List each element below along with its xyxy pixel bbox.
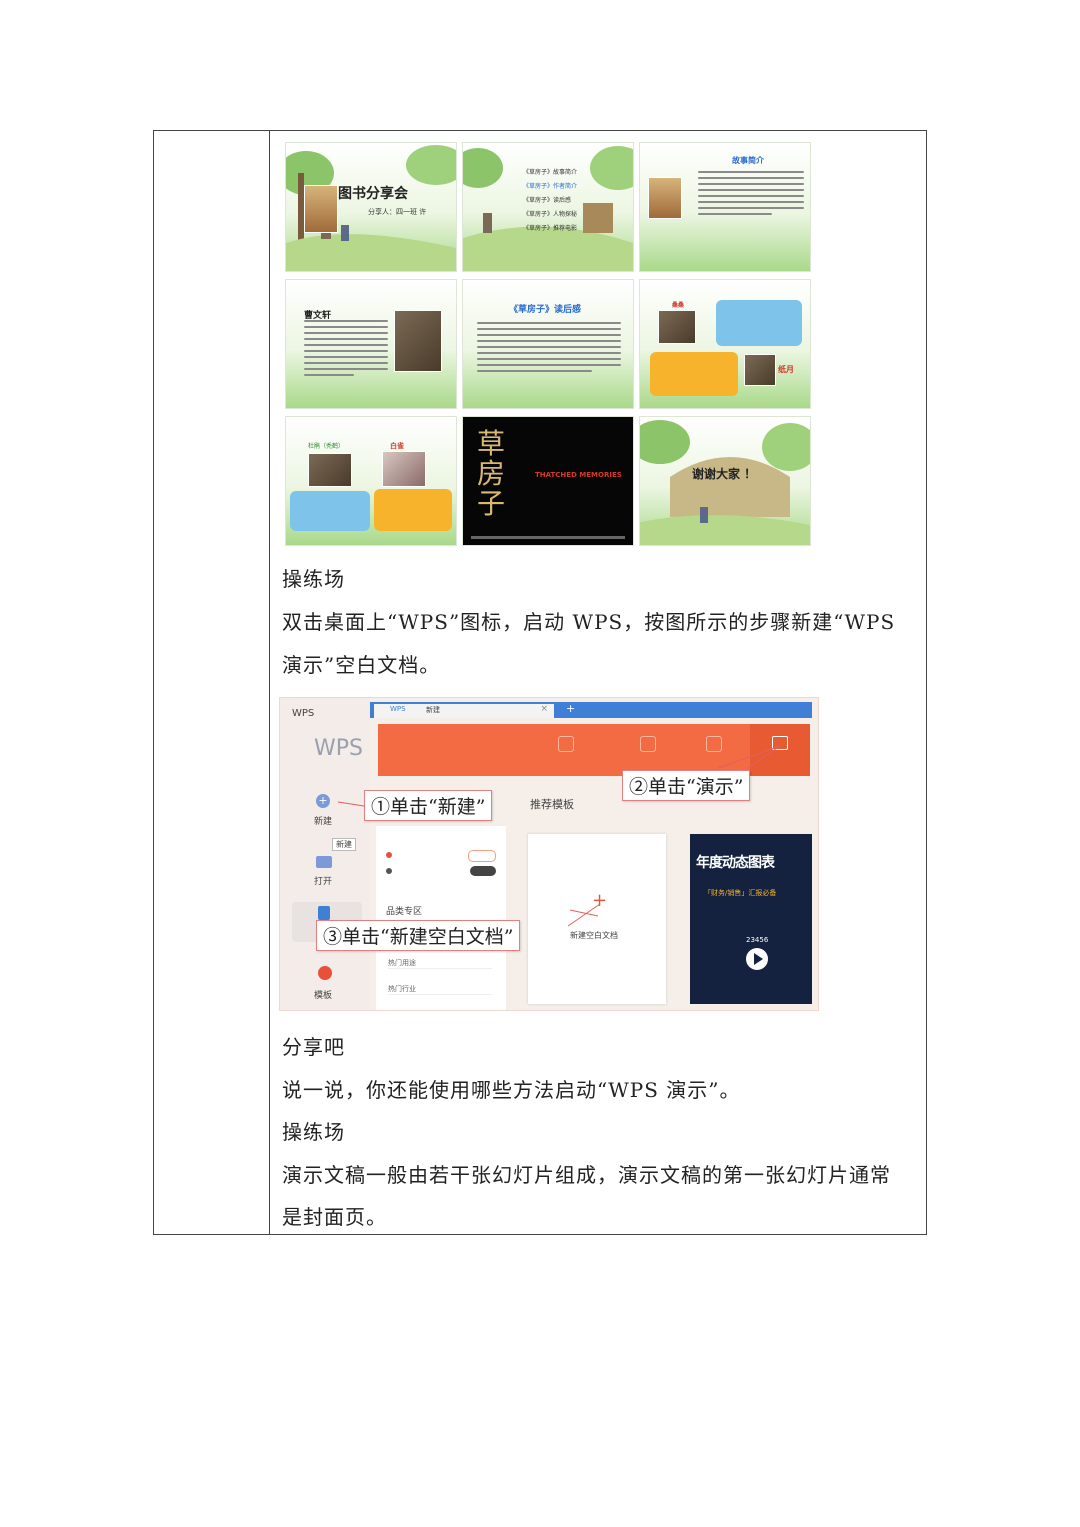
wps-tab-label: 新建: [426, 706, 440, 714]
slide2-item-3: 《草房子》读后感: [523, 197, 572, 204]
wps-logo: WPS: [314, 736, 363, 761]
writer-icon[interactable]: [640, 736, 656, 752]
spreadsheet-icon[interactable]: [706, 736, 722, 752]
wps-tab[interactable]: WPS 新建 ×: [374, 704, 554, 718]
slide8-subtitle: THATCHED MEMORIES: [535, 471, 622, 479]
wps-sidebar: WPS WPS + 新建 新建 打开 模板: [280, 698, 370, 1010]
new-tooltip: 新建: [332, 838, 356, 851]
member-item-1: [386, 850, 496, 862]
slide-thumbnail-2: 《草房子》故事简介 《草房子》作者简介 《草房子》读后感 《草房子》人物探秘 《…: [463, 143, 633, 271]
slide8-title: 草房子: [477, 427, 506, 520]
hot-use-item[interactable]: 热门用途: [388, 958, 492, 969]
character-photo: [382, 451, 426, 487]
callout-step-1: ①单击“新建”: [364, 790, 493, 821]
sidebar-open-label[interactable]: 打开: [314, 874, 332, 887]
character-photo: [308, 453, 352, 487]
book-cover-image: [304, 185, 338, 233]
plus-circle-icon: +: [316, 794, 330, 808]
slide6-name-2: 纸月: [778, 365, 794, 374]
slide4-body-text: [304, 320, 388, 380]
wps-screenshot: WPS WPS + 新建 新建 打开 模板 WPS 新建 × + 推荐模板 品类…: [280, 698, 818, 1010]
slide7-note-orange: [374, 489, 452, 531]
callout-step-2: ②单击“演示”: [622, 770, 751, 801]
document-table: 图书分享会 分享人：四一班 许 《草房子》故事简介 《草房子》作者简介 《草房子…: [153, 130, 927, 1235]
slide7-name-2: 白雀: [390, 442, 404, 450]
template-icon: [318, 966, 332, 980]
member-pill[interactable]: [468, 850, 496, 862]
sidebar-new-label: 新建: [314, 817, 333, 827]
new-tab-plus-icon[interactable]: +: [566, 702, 575, 715]
slide6-note-blue: [716, 300, 802, 346]
section-heading-practice: 操练场: [282, 567, 345, 591]
member-item-2: [386, 866, 496, 876]
category-zone-label: 品类专区: [386, 907, 423, 917]
folder-icon: [316, 856, 332, 868]
recommend-templates-label: 推荐模板: [530, 798, 574, 811]
slide-thumbnail-8: 草房子 THATCHED MEMORIES: [463, 417, 633, 545]
sidebar-template-label[interactable]: 模板: [314, 988, 332, 1001]
template-panel: 品类专区 热门用途 热门行业: [376, 826, 506, 1010]
instruction-line-2: 演示”空白文档。: [282, 653, 441, 677]
banner-subtitle: 「财务/销售」汇报必备: [704, 889, 777, 897]
slide2-item-1: 《草房子》故事简介: [523, 169, 578, 176]
close-icon[interactable]: ×: [540, 704, 548, 714]
share-question: 说一说，你还能使用哪些方法启动“WPS 演示”。: [282, 1078, 741, 1102]
slide6-note-orange: [650, 352, 738, 396]
wps-tab-bar: WPS 新建 × +: [370, 702, 812, 718]
slide-thumbnail-7: 杜鹃（秃鹤） 白雀: [286, 417, 456, 545]
instruction-line-1: 双击桌面上“WPS”图标，启动 WPS，按图所示的步骤新建“WPS: [282, 610, 896, 634]
member-pill[interactable]: [470, 866, 496, 876]
slide1-title: 图书分享会: [338, 186, 408, 202]
star-icon[interactable]: [558, 736, 574, 752]
slide6-name-1: 桑桑: [672, 302, 685, 309]
slide1-subtitle: 分享人：四一班 许: [368, 208, 427, 216]
presentation-icon: [772, 736, 788, 750]
explanation-line-1: 演示文稿一般由若干张幻灯片组成，演示文稿的第一张幻灯片通常: [282, 1163, 891, 1187]
wps-type-ribbon: [378, 724, 810, 776]
slide-thumbnail-4: 曹文轩: [286, 280, 456, 408]
explanation-line-2: 是封面页。: [282, 1205, 387, 1229]
slide-thumbnail-5: 《草房子》读后感: [463, 280, 633, 408]
status-dot: [386, 852, 392, 858]
play-icon[interactable]: [746, 948, 768, 970]
slide5-title: 《草房子》读后感: [509, 305, 582, 315]
slide7-note-blue: [290, 491, 370, 531]
character-photo: [658, 310, 696, 344]
wps-app-name: WPS: [292, 708, 315, 719]
slide2-item-2: 《草房子》作者简介: [523, 183, 578, 190]
character-photo: [744, 354, 776, 386]
presentation-tab[interactable]: [750, 724, 810, 776]
banner-number: 23456: [746, 936, 769, 944]
new-blank-label: 新建空白文档: [570, 931, 618, 940]
slide-thumbnail-6: 桑桑 纸月: [640, 280, 810, 408]
cottage-illustration: [463, 146, 633, 271]
new-blank-card[interactable]: + 新建空白文档: [528, 834, 666, 1004]
slide9-title: 谢谢大家 ！: [692, 467, 757, 481]
sidebar-new-button[interactable]: + 新建: [288, 790, 366, 836]
slide-thumbnail-3: 故事简介: [640, 143, 810, 271]
table-content-cell: 图书分享会 分享人：四一班 许 《草房子》故事简介 《草房子》作者简介 《草房子…: [270, 131, 926, 1234]
banner-title: 年度动态图表: [696, 855, 775, 871]
slide2-item-4: 《草房子》人物探秘: [523, 211, 578, 218]
section-heading-practice-2: 操练场: [282, 1120, 345, 1144]
callout-step-3: ③单击“新建空白文档”: [316, 920, 521, 951]
slide3-body-text: [698, 171, 804, 219]
slide-thumbnail-9: 谢谢大家 ！: [640, 417, 810, 545]
slide5-body-text: [477, 322, 621, 376]
video-progress-bar[interactable]: [471, 536, 625, 539]
book-cover-image: [648, 177, 682, 219]
document-icon: [318, 906, 330, 920]
slide7-name-1: 杜鹃（秃鹤）: [308, 443, 345, 450]
hot-industry-item[interactable]: 热门行业: [388, 984, 492, 995]
author-photo: [394, 310, 442, 372]
add-icon: +: [592, 890, 608, 911]
slide-thumbnail-1: 图书分享会 分享人：四一班 许: [286, 143, 456, 271]
section-heading-share: 分享吧: [282, 1035, 345, 1059]
status-dot: [386, 868, 392, 874]
promo-banner[interactable]: 年度动态图表 「财务/销售」汇报必备 23456: [690, 834, 812, 1004]
slide3-title: 故事简介: [732, 156, 764, 165]
wps-tab-app: WPS: [390, 705, 406, 713]
slide2-item-5: 《草房子》推荐电影: [523, 225, 578, 232]
